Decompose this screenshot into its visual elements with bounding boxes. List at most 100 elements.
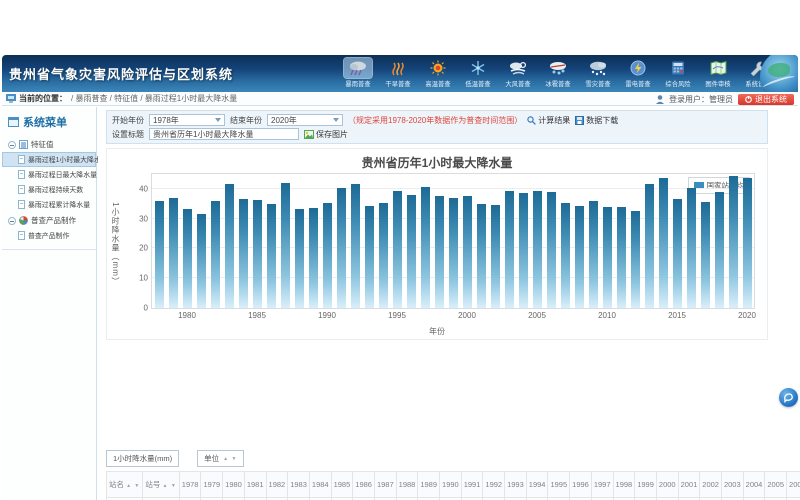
- bar-2016[interactable]: [687, 188, 696, 308]
- bar-2005[interactable]: [533, 191, 542, 308]
- sort-arrows-icon[interactable]: ▲ ▼: [126, 483, 140, 489]
- logout-button[interactable]: 退出系统: [738, 94, 794, 105]
- bar-1980[interactable]: [183, 209, 192, 308]
- collapse-toggle-icon[interactable]: [8, 217, 16, 225]
- nav-item-4[interactable]: 大风普查: [498, 58, 538, 91]
- bar-2003[interactable]: [505, 191, 514, 308]
- col-year-2005[interactable]: 2005: [765, 472, 787, 498]
- bar-2018[interactable]: [715, 192, 724, 308]
- calculate-button[interactable]: 计算结果: [527, 115, 570, 126]
- bar-2000[interactable]: [463, 196, 472, 308]
- save-image-button[interactable]: 保存图片: [304, 129, 348, 140]
- bar-2007[interactable]: [561, 203, 570, 308]
- bar-1982[interactable]: [211, 201, 220, 308]
- bar-1981[interactable]: [197, 214, 206, 308]
- bar-1985[interactable]: [253, 200, 262, 308]
- nav-item-3[interactable]: 低温普查: [458, 58, 498, 91]
- col-year-1979[interactable]: 1979: [201, 472, 223, 498]
- col-year-1996[interactable]: 1996: [570, 472, 592, 498]
- bar-1997[interactable]: [421, 187, 430, 308]
- col-year-1981[interactable]: 1981: [244, 472, 266, 498]
- col-year-1999[interactable]: 1999: [635, 472, 657, 498]
- col-year-1991[interactable]: 1991: [461, 472, 483, 498]
- col-year-1990[interactable]: 1990: [440, 472, 462, 498]
- col-station-header[interactable]: 站名 ▲ ▼: [107, 472, 143, 498]
- bar-2020[interactable]: [743, 178, 752, 308]
- nav-item-6[interactable]: 雪灾普查: [578, 58, 618, 91]
- bar-1999[interactable]: [449, 198, 458, 308]
- col-year-2000[interactable]: 2000: [656, 472, 678, 498]
- nav-item-5[interactable]: 冰雹普查: [538, 58, 578, 91]
- col-year-1989[interactable]: 1989: [418, 472, 440, 498]
- floating-contact-button[interactable]: [779, 388, 798, 407]
- sidebar-item-0-2[interactable]: 暴雨过程持续天数: [2, 182, 96, 197]
- col-year-1993[interactable]: 1993: [505, 472, 527, 498]
- col-year-1983[interactable]: 1983: [288, 472, 310, 498]
- bar-1998[interactable]: [435, 196, 444, 308]
- chart-title-input[interactable]: 贵州省历年1小时最大降水量: [149, 128, 299, 140]
- nav-item-9[interactable]: 图件审核: [698, 58, 738, 91]
- col-year-1987[interactable]: 1987: [374, 472, 396, 498]
- col-year-1984[interactable]: 1984: [309, 472, 331, 498]
- bar-1987[interactable]: [281, 183, 290, 308]
- bar-1996[interactable]: [407, 195, 416, 308]
- col-year-1998[interactable]: 1998: [613, 472, 635, 498]
- bar-2011[interactable]: [617, 207, 626, 308]
- breadcrumb[interactable]: / 暴雨普查 / 特征值 / 暴雨过程1小时最大降水量: [71, 93, 237, 104]
- sort-arrows-icon[interactable]: ▲ ▼: [162, 483, 176, 489]
- sidebar-group-0[interactable]: 特征值: [2, 136, 96, 152]
- nav-item-0[interactable]: 暴雨普查: [338, 58, 378, 91]
- bar-2019[interactable]: [729, 176, 738, 309]
- col-id-header[interactable]: 站号 ▲ ▼: [143, 472, 179, 498]
- nav-item-1[interactable]: 干旱普查: [378, 58, 418, 91]
- nav-item-2[interactable]: 高温普查: [418, 58, 458, 91]
- sidebar-group-1[interactable]: 普查产品制作: [2, 212, 96, 228]
- bar-2010[interactable]: [603, 207, 612, 308]
- col-year-1997[interactable]: 1997: [591, 472, 613, 498]
- sidebar-item-0-0[interactable]: 暴雨过程1小时最大降水量: [2, 152, 96, 167]
- bar-2002[interactable]: [491, 205, 500, 308]
- bar-1992[interactable]: [351, 184, 360, 308]
- unit-sort-control[interactable]: 单位▲ ▼: [197, 450, 244, 467]
- col-year-2003[interactable]: 2003: [721, 472, 743, 498]
- col-year-1978[interactable]: 1978: [179, 472, 201, 498]
- bar-2012[interactable]: [631, 211, 640, 308]
- bar-1993[interactable]: [365, 206, 374, 308]
- col-year-1982[interactable]: 1982: [266, 472, 288, 498]
- col-year-2006[interactable]: 2006: [787, 472, 800, 498]
- bar-2014[interactable]: [659, 178, 668, 308]
- download-button[interactable]: 数据下载: [575, 115, 618, 126]
- col-year-1985[interactable]: 1985: [331, 472, 353, 498]
- bar-2017[interactable]: [701, 202, 710, 308]
- value-type-filter[interactable]: 1小时降水量(mm): [106, 450, 179, 467]
- bar-1988[interactable]: [295, 209, 304, 308]
- col-year-1986[interactable]: 1986: [353, 472, 375, 498]
- bar-1990[interactable]: [323, 203, 332, 308]
- bar-1995[interactable]: [393, 191, 402, 308]
- bar-1978[interactable]: [155, 201, 164, 308]
- sidebar-item-1-0[interactable]: 普查产品制作: [2, 228, 96, 243]
- start-year-select[interactable]: 1978年: [149, 114, 225, 126]
- bar-1994[interactable]: [379, 203, 388, 308]
- bar-1989[interactable]: [309, 208, 318, 308]
- collapse-toggle-icon[interactable]: [8, 141, 16, 149]
- col-year-2002[interactable]: 2002: [700, 472, 722, 498]
- col-year-2004[interactable]: 2004: [743, 472, 765, 498]
- sidebar-item-0-1[interactable]: 暴雨过程日最大降水量: [2, 167, 96, 182]
- col-year-2001[interactable]: 2001: [678, 472, 700, 498]
- nav-item-7[interactable]: 雷电普查: [618, 58, 658, 91]
- bar-2009[interactable]: [589, 201, 598, 308]
- col-year-1992[interactable]: 1992: [483, 472, 505, 498]
- bar-1991[interactable]: [337, 188, 346, 308]
- bar-1984[interactable]: [239, 199, 248, 308]
- col-year-1994[interactable]: 1994: [526, 472, 548, 498]
- bar-2001[interactable]: [477, 204, 486, 308]
- bar-1983[interactable]: [225, 184, 234, 308]
- col-year-1988[interactable]: 1988: [396, 472, 418, 498]
- col-year-1980[interactable]: 1980: [223, 472, 245, 498]
- col-year-1995[interactable]: 1995: [548, 472, 570, 498]
- bar-1986[interactable]: [267, 204, 276, 308]
- end-year-select[interactable]: 2020年: [267, 114, 343, 126]
- bar-2008[interactable]: [575, 206, 584, 308]
- bar-2006[interactable]: [547, 192, 556, 308]
